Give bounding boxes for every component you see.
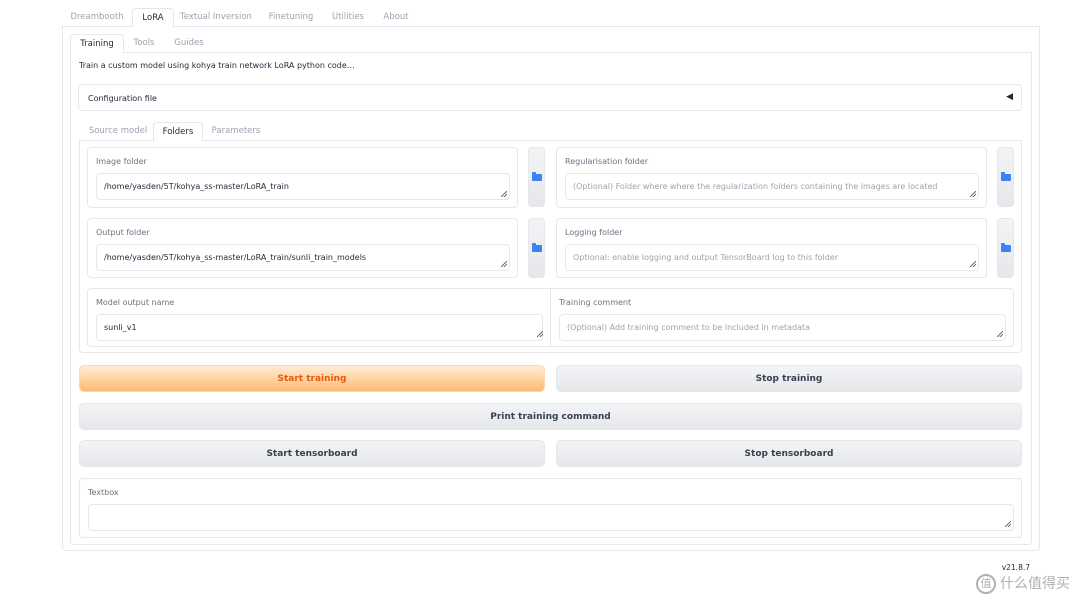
version-label: v21.8.7 [1001,563,1030,572]
folder-icon [532,243,542,252]
stop-training-button[interactable]: Stop training [556,365,1022,392]
tab-lora[interactable]: LoRA [132,8,174,28]
image-folder-browse-button[interactable] [528,147,545,207]
tab-tools[interactable]: Tools [126,34,162,53]
tab-textual-inversion[interactable]: Textual Inversion [176,8,256,27]
logging-folder-browse-button[interactable] [997,218,1014,278]
section-tab-bar: Source model Folders Parameters [79,122,1022,142]
output-folder-browse-button[interactable] [528,218,545,278]
reg-folder-block: Regularisation folder (Optional) Folder … [556,147,987,208]
textbox-label: Textbox [88,488,119,497]
start-tensorboard-button[interactable]: Start tensorboard [79,440,545,467]
watermark-logo-icon: 值 [976,574,996,594]
column-divider [550,289,551,346]
training-description: Train a custom model using kohya train n… [79,61,355,70]
tab-guides[interactable]: Guides [166,34,212,53]
resize-grip-icon[interactable] [970,261,976,267]
training-comment-label: Training comment [559,298,632,307]
output-folder-block: Output folder /home/yasden/5T/kohya_ss-m… [87,218,518,278]
folder-icon [1001,243,1011,252]
resize-grip-icon[interactable] [997,331,1003,337]
tab-utilities[interactable]: Utilities [324,8,372,27]
output-folder-label: Output folder [96,228,150,237]
watermark: 值什么值得买 [976,573,1070,594]
output-folder-input[interactable]: /home/yasden/5T/kohya_ss-master/LoRA_tra… [96,244,510,271]
logging-folder-input[interactable]: Optional: enable logging and output Tens… [565,244,979,271]
textbox-input[interactable] [88,504,1014,531]
tab-about[interactable]: About [376,8,416,27]
resize-grip-icon[interactable] [970,191,976,197]
tab-parameters[interactable]: Parameters [205,122,267,141]
tab-finetuning[interactable]: Finetuning [260,8,322,27]
tab-folders[interactable]: Folders [153,122,203,142]
configuration-file-accordion[interactable]: Configuration file ◀ [78,84,1022,111]
logging-folder-block: Logging folder Optional: enable logging … [556,218,987,278]
watermark-text: 什么值得买 [1000,576,1070,592]
model-output-name-label: Model output name [96,298,175,307]
tab-source-model[interactable]: Source model [81,122,155,141]
output-name-row: Model output name sunli_v1 Training comm… [87,288,1014,347]
print-training-command-button[interactable]: Print training command [79,403,1022,430]
sub-tab-bar: Training Tools Guides [70,34,1032,54]
tab-dreambooth[interactable]: Dreambooth [64,8,130,27]
folder-icon [1001,172,1011,181]
start-training-button[interactable]: Start training [79,365,545,392]
textbox-block: Textbox [79,478,1022,538]
image-folder-block: Image folder /home/yasden/5T/kohya_ss-ma… [87,147,518,208]
collapse-arrow-icon[interactable]: ◀ [1006,92,1013,102]
logging-folder-label: Logging folder [565,228,623,237]
accordion-label: Configuration file [88,94,157,103]
resize-grip-icon[interactable] [537,331,543,337]
resize-grip-icon[interactable] [1005,521,1011,527]
reg-folder-label: Regularisation folder [565,157,649,166]
reg-folder-input[interactable]: (Optional) Folder where where the regula… [565,173,979,200]
resize-grip-icon[interactable] [501,191,507,197]
image-folder-input[interactable]: /home/yasden/5T/kohya_ss-master/LoRA_tra… [96,173,510,200]
tab-training[interactable]: Training [70,34,124,54]
model-output-name-input[interactable]: sunli_v1 [96,314,543,341]
image-folder-label: Image folder [96,157,147,166]
reg-folder-browse-button[interactable] [997,147,1014,207]
stop-tensorboard-button[interactable]: Stop tensorboard [556,440,1022,467]
folder-icon [532,172,542,181]
main-tab-bar: Dreambooth LoRA Textual Inversion Finetu… [62,8,1040,28]
training-comment-input[interactable]: (Optional) Add training comment to be in… [559,314,1006,341]
resize-grip-icon[interactable] [501,261,507,267]
